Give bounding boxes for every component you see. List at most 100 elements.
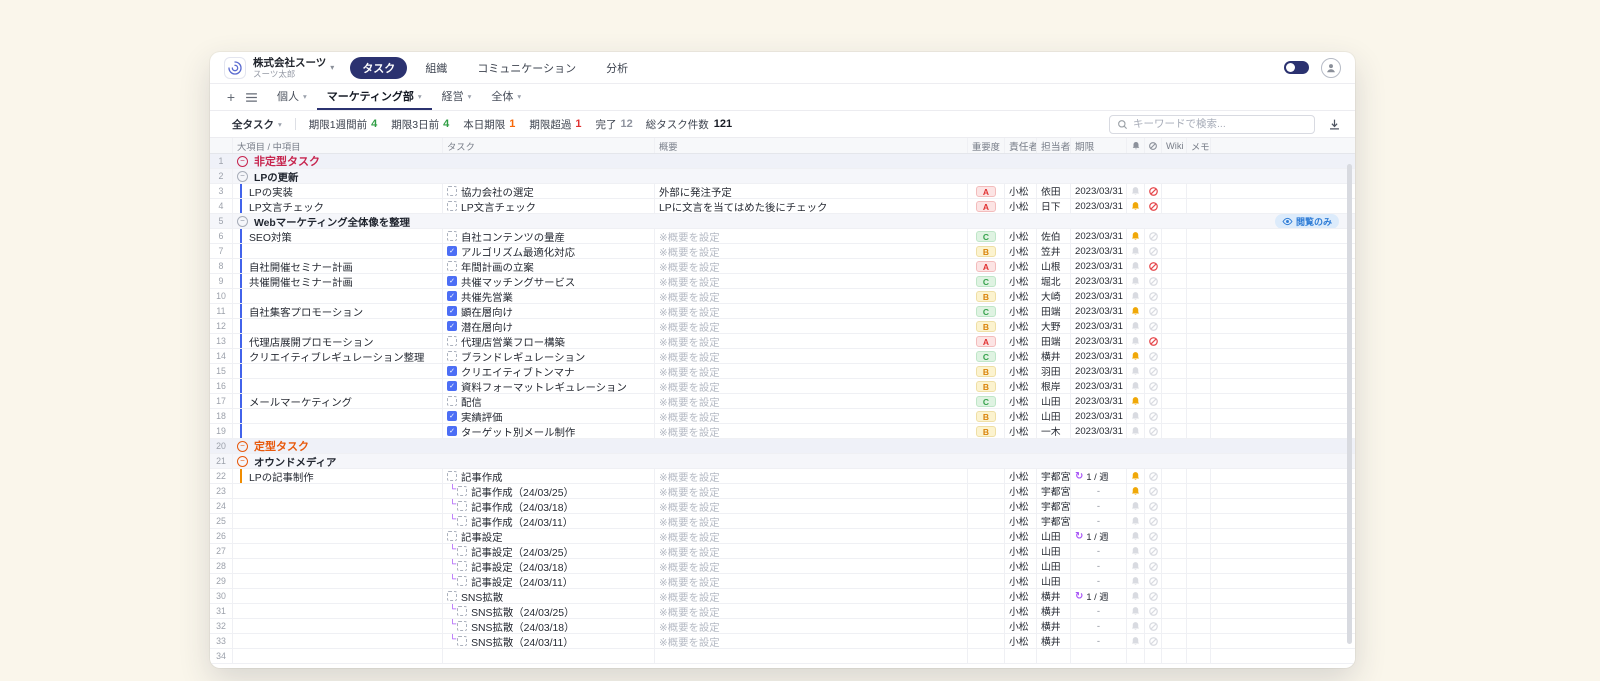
priority-cell[interactable]: C	[968, 229, 1005, 243]
col-task[interactable]: タスク	[443, 138, 655, 153]
collapse-icon[interactable]: −	[237, 156, 248, 167]
col-memo[interactable]: メモ	[1187, 138, 1211, 153]
blocked-cell[interactable]	[1145, 604, 1162, 618]
wiki-cell[interactable]	[1162, 604, 1187, 618]
desc-cell[interactable]: 外部に発注予定	[655, 184, 968, 198]
due-cell[interactable]: 2023/03/31	[1071, 229, 1127, 243]
due-cell[interactable]: ↻1 / 週	[1071, 469, 1127, 483]
blocked-cell[interactable]	[1145, 229, 1162, 243]
blocked-cell[interactable]	[1145, 319, 1162, 333]
memo-cell[interactable]	[1187, 349, 1211, 363]
task-cell[interactable]: 自社コンテンツの量産	[443, 229, 655, 243]
due-cell[interactable]: 2023/03/31	[1071, 199, 1127, 213]
desc-cell[interactable]: ※概要を設定	[655, 334, 968, 348]
due-cell[interactable]: 2023/03/31	[1071, 259, 1127, 273]
task-row[interactable]: 30SNS拡散※概要を設定小松横井↻1 / 週	[210, 589, 1355, 604]
memo-cell[interactable]	[1187, 199, 1211, 213]
assignee-cell[interactable]	[1037, 649, 1071, 663]
category-cell[interactable]: SEO対策	[233, 229, 443, 243]
task-row[interactable]: 10✓共催先営業※概要を設定B小松大崎2023/03/31	[210, 289, 1355, 304]
bell-cell[interactable]	[1127, 379, 1145, 393]
priority-cell[interactable]: C	[968, 274, 1005, 288]
due-cell[interactable]: 2023/03/31	[1071, 304, 1127, 318]
nav-tab-tasks[interactable]: タスク	[350, 57, 407, 79]
bell-cell[interactable]	[1127, 229, 1145, 243]
wiki-cell[interactable]	[1162, 274, 1187, 288]
task-cell[interactable]: └記事作成（24/03/11）	[443, 514, 655, 528]
blocked-cell[interactable]	[1145, 259, 1162, 273]
task-row[interactable]: 22LPの記事制作記事作成※概要を設定小松宇都宮↻1 / 週	[210, 469, 1355, 484]
assignee-cell[interactable]: 山田	[1037, 529, 1071, 543]
bell-cell[interactable]	[1127, 349, 1145, 363]
assignee-cell[interactable]: 横井	[1037, 619, 1071, 633]
bell-cell[interactable]	[1127, 649, 1145, 663]
desc-cell[interactable]: ※概要を設定	[655, 499, 968, 513]
memo-cell[interactable]	[1187, 379, 1211, 393]
blocked-cell[interactable]	[1145, 589, 1162, 603]
blocked-cell[interactable]	[1145, 634, 1162, 648]
memo-cell[interactable]	[1187, 184, 1211, 198]
memo-cell[interactable]	[1187, 394, 1211, 408]
col-due[interactable]: 期限	[1071, 138, 1127, 153]
due-cell[interactable]: -	[1071, 499, 1127, 513]
due-cell[interactable]: 2023/03/31	[1071, 274, 1127, 288]
due-cell[interactable]: -	[1071, 544, 1127, 558]
wiki-cell[interactable]	[1162, 229, 1187, 243]
memo-cell[interactable]	[1187, 319, 1211, 333]
desc-cell[interactable]: ※概要を設定	[655, 574, 968, 588]
task-checkbox[interactable]: ✓	[447, 426, 457, 436]
section-row[interactable]: 20−定型タスク	[210, 439, 1355, 454]
bell-cell[interactable]	[1127, 319, 1145, 333]
desc-cell[interactable]: ※概要を設定	[655, 259, 968, 273]
priority-cell[interactable]: B	[968, 379, 1005, 393]
owner-cell[interactable]: 小松	[1005, 544, 1037, 558]
desc-cell[interactable]: ※概要を設定	[655, 424, 968, 438]
due-cell[interactable]: -	[1071, 619, 1127, 633]
assignee-cell[interactable]: 日下	[1037, 199, 1071, 213]
task-cell[interactable]: ✓共催マッチングサービス	[443, 274, 655, 288]
blocked-cell[interactable]	[1145, 244, 1162, 258]
memo-cell[interactable]	[1187, 544, 1211, 558]
desc-cell[interactable]: ※概要を設定	[655, 304, 968, 318]
task-row[interactable]: 26記事設定※概要を設定小松山田↻1 / 週	[210, 529, 1355, 544]
memo-cell[interactable]	[1187, 259, 1211, 273]
task-cell[interactable]: 代理店営業フロー構築	[443, 334, 655, 348]
nav-tab-analytics[interactable]: 分析	[594, 57, 640, 79]
assignee-cell[interactable]: 宇都宮	[1037, 484, 1071, 498]
wiki-cell[interactable]	[1162, 469, 1187, 483]
memo-cell[interactable]	[1187, 619, 1211, 633]
blocked-cell[interactable]	[1145, 559, 1162, 573]
task-row[interactable]: 11自社集客プロモーション✓顕在層向け※概要を設定C小松田端2023/03/31	[210, 304, 1355, 319]
priority-cell[interactable]	[968, 514, 1005, 528]
task-checkbox[interactable]	[457, 501, 467, 511]
due-cell[interactable]: ↻1 / 週	[1071, 589, 1127, 603]
workspace-tab-marketing[interactable]: マーケティング部▾	[317, 84, 432, 110]
bell-cell[interactable]	[1127, 574, 1145, 588]
priority-cell[interactable]: A	[968, 334, 1005, 348]
task-cell[interactable]: └SNS拡散（24/03/25）	[443, 604, 655, 618]
bell-cell[interactable]	[1127, 424, 1145, 438]
memo-cell[interactable]	[1187, 289, 1211, 303]
download-button[interactable]	[1328, 118, 1341, 131]
nav-tab-organization[interactable]: 組織	[413, 57, 459, 79]
group-row[interactable]: 21−オウンドメディア	[210, 454, 1355, 469]
workspace-tab-management[interactable]: 経営▾	[432, 84, 482, 110]
priority-cell[interactable]	[968, 604, 1005, 618]
due-cell[interactable]: 2023/03/31	[1071, 184, 1127, 198]
due-cell[interactable]: 2023/03/31	[1071, 409, 1127, 423]
blocked-cell[interactable]	[1145, 184, 1162, 198]
task-row[interactable]: 18✓実績評価※概要を設定B小松山田2023/03/31	[210, 409, 1355, 424]
wiki-cell[interactable]	[1162, 529, 1187, 543]
desc-cell[interactable]: ※概要を設定	[655, 274, 968, 288]
due-cell[interactable]: -	[1071, 559, 1127, 573]
task-cell[interactable]: 記事作成	[443, 469, 655, 483]
task-checkbox[interactable]	[457, 546, 467, 556]
category-cell[interactable]: メールマーケティング	[233, 394, 443, 408]
memo-cell[interactable]	[1187, 424, 1211, 438]
wiki-cell[interactable]	[1162, 199, 1187, 213]
memo-cell[interactable]	[1187, 469, 1211, 483]
assignee-cell[interactable]: 山田	[1037, 409, 1071, 423]
task-row[interactable]: 17メールマーケティング配信※概要を設定C小松山田2023/03/31	[210, 394, 1355, 409]
owner-cell[interactable]	[1005, 649, 1037, 663]
category-cell[interactable]	[233, 289, 443, 303]
